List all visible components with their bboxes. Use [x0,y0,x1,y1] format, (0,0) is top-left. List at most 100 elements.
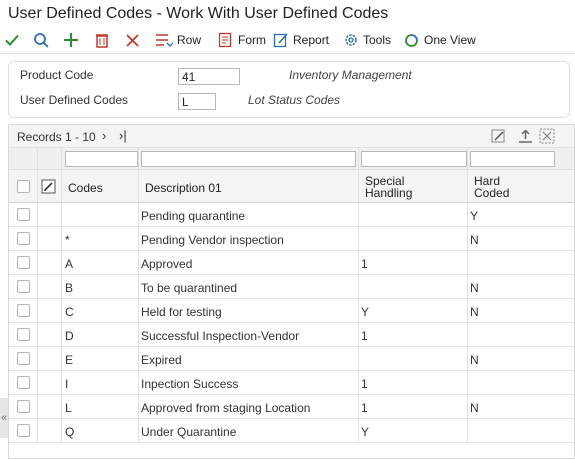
table-row[interactable]: L Approved from staging Location 1 N [9,395,574,419]
row-checkbox[interactable] [17,208,30,221]
cell-code: I [65,377,69,391]
form-menu-label: Form [238,33,266,47]
udc-description: Lot Status Codes [248,93,341,107]
export-icon[interactable] [518,129,533,144]
filter-special-handling-input[interactable] [361,151,467,167]
cell-code: * [65,233,70,247]
table-row[interactable]: A Approved 1 [9,251,574,275]
tools-menu[interactable]: Tools [343,29,391,51]
table-row[interactable]: B To be quarantined N [9,275,574,299]
form-menu[interactable]: Form [218,29,266,51]
row-checkbox[interactable] [17,304,30,317]
find-button[interactable] [33,29,50,51]
cell-hard-coded: N [470,233,479,247]
cell-hard-coded: N [470,401,479,415]
last-page-icon[interactable]: ›| [119,128,127,143]
close-button[interactable] [125,29,140,51]
filter-codes-input[interactable] [65,151,138,167]
table-row[interactable]: C Held for testing Y N [9,299,574,323]
column-header-row: Codes Description 01 Special Handling Ha… [9,170,574,203]
column-divider [467,148,468,442]
col-codes-header[interactable]: Codes [68,182,103,194]
row-checkbox[interactable] [17,352,30,365]
filter-hard-coded-input[interactable] [470,151,555,167]
column-divider [61,148,62,442]
collapse-panel-handle[interactable]: « [0,398,8,438]
cell-code: B [65,281,74,295]
table-row[interactable]: E Expired N [9,347,574,371]
row-checkbox[interactable] [17,376,30,389]
report-menu[interactable]: Report [273,29,329,51]
search-icon [34,32,49,48]
column-divider [37,148,38,442]
cell-code: D [65,329,74,343]
table-row[interactable]: Q Under Quarantine Y [9,419,574,443]
oneview-menu[interactable]: One View [403,29,476,51]
cell-description: Successful Inspection-Vendor [141,329,300,343]
tools-menu-label: Tools [363,33,392,47]
trash-icon [96,34,108,48]
ok-button[interactable] [4,29,20,51]
next-page-icon[interactable]: › [102,128,106,143]
toolbar: Row Form Report Tools One View [0,26,575,54]
row-checkbox[interactable] [17,256,30,269]
cell-special-handling: 1 [361,257,368,271]
delete-button[interactable] [95,29,109,51]
row-checkbox[interactable] [17,232,30,245]
report-menu-label: Report [293,33,330,47]
product-code-field[interactable]: 41 [178,68,240,85]
double-chevron-left-icon: « [0,412,8,424]
cell-description: Approved from staging Location [141,401,311,415]
cell-special-handling: Y [361,425,370,439]
row-menu-label: Row [177,33,202,47]
row-menu[interactable]: Row [155,29,201,51]
grid-toolbar: Records 1 - 10 › ›| [9,125,574,148]
col-description-header[interactable]: Description 01 [145,182,222,194]
column-divider [138,148,139,442]
product-code-label: Product Code [20,68,94,82]
row-checkbox[interactable] [17,280,30,293]
cell-description: Approved [141,257,193,271]
records-count: Records 1 - 10 [17,130,96,144]
form-menu-icon [218,32,232,48]
cell-special-handling: 1 [361,401,368,415]
table-row[interactable]: Pending quarantine Y [9,203,574,227]
title-bar: User Defined Codes - Work With User Defi… [0,0,575,26]
filter-description-input[interactable] [141,151,356,167]
window-title: User Defined Codes - Work With User Defi… [8,5,389,22]
column-divider [358,148,359,442]
report-menu-icon [273,33,288,48]
maximize-grid-icon[interactable] [539,128,555,144]
cell-code: A [65,257,74,271]
close-icon [126,33,139,47]
col-hard-coded-header-line2[interactable]: Coded [474,187,509,199]
table-row[interactable]: D Successful Inspection-Vendor 1 [9,323,574,347]
row-menu-icon [156,34,173,47]
grid: Records 1 - 10 › ›| Codes Description 01… [8,124,575,459]
cell-special-handling: Y [361,305,370,319]
plus-icon [64,33,78,47]
udc-field[interactable]: L [178,93,216,110]
cell-description: Expired [141,353,182,367]
row-checkbox[interactable] [17,328,30,341]
select-all-checkbox[interactable] [17,180,30,193]
table-row[interactable]: * Pending Vendor inspection N [9,227,574,251]
cell-code: C [65,305,74,319]
grid-edit-icon[interactable] [41,179,56,194]
table-row[interactable]: I Inpection Success 1 [9,371,574,395]
edit-grid-icon[interactable] [491,129,507,144]
cell-description: Held for testing [141,305,222,319]
header-panel: Product Code 41 Inventory Management Use… [8,61,570,118]
cell-hard-coded: Y [470,209,479,223]
cell-description: Under Quarantine [141,425,237,439]
oneview-icon [405,33,418,47]
add-button[interactable] [63,29,79,51]
cell-code: E [65,353,74,367]
row-checkbox[interactable] [17,400,30,413]
col-special-handling-header-line2[interactable]: Handling [365,187,412,199]
cell-code: Q [65,425,75,439]
cell-description: Pending Vendor inspection [141,233,284,247]
cell-hard-coded: N [470,305,479,319]
row-checkbox[interactable] [17,424,30,437]
udc-label: User Defined Codes [20,93,129,107]
